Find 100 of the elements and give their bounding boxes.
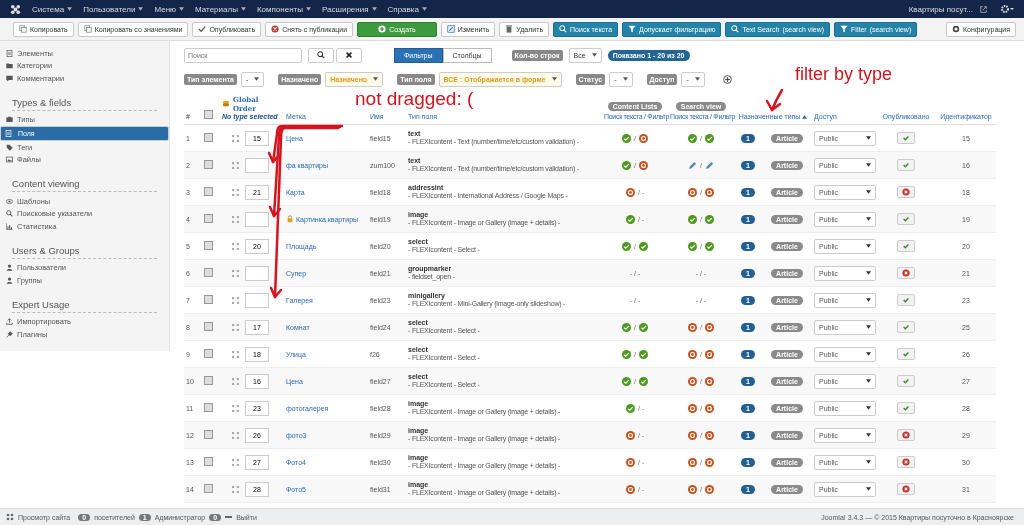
upload-icon xyxy=(6,318,13,326)
nav-menu[interactable]: Материалы xyxy=(195,4,238,14)
row-checkbox[interactable] xyxy=(204,457,213,466)
order-field[interactable] xyxy=(245,157,269,173)
check-circle-icon[interactable] xyxy=(622,160,631,170)
publish-toggle[interactable] xyxy=(897,240,915,252)
publish-toggle[interactable] xyxy=(897,267,915,279)
row-checkbox[interactable] xyxy=(204,430,213,439)
caret-icon xyxy=(138,7,144,11)
row-checkbox[interactable] xyxy=(204,214,213,223)
publish-toggle[interactable] xyxy=(897,375,915,387)
add-filter-icon[interactable] xyxy=(722,74,732,84)
check-circle-icon[interactable] xyxy=(688,241,697,251)
order-field[interactable] xyxy=(245,211,269,227)
publish-toggle[interactable] xyxy=(897,429,915,441)
settings-icon xyxy=(952,25,960,33)
caret-icon xyxy=(866,163,871,167)
row-checkbox[interactable] xyxy=(204,349,213,358)
drag-handle-icon[interactable] xyxy=(232,350,239,358)
check-circle-icon[interactable] xyxy=(622,376,631,386)
check-icon xyxy=(902,242,910,250)
joomla-logo-icon[interactable] xyxy=(10,3,21,15)
publish-toggle[interactable] xyxy=(897,402,915,414)
drag-handle-icon[interactable] xyxy=(232,323,239,331)
caret-icon xyxy=(866,487,871,491)
publish-toggle[interactable] xyxy=(897,132,915,144)
drag-handle-icon[interactable] xyxy=(232,215,239,223)
check-circle-icon[interactable] xyxy=(704,214,714,224)
search-button[interactable] xyxy=(308,47,334,63)
publish-toggle[interactable] xyxy=(897,294,915,306)
row-checkbox[interactable] xyxy=(204,376,213,385)
folder-icon xyxy=(6,62,13,70)
publish-toggle[interactable] xyxy=(897,186,915,198)
check-circle-icon[interactable] xyxy=(638,241,648,251)
row-checkbox[interactable] xyxy=(204,268,213,277)
drag-handle-icon[interactable] xyxy=(232,269,239,277)
check-circle-icon[interactable] xyxy=(688,133,697,143)
drag-handle-icon[interactable] xyxy=(232,188,239,196)
box-icon xyxy=(6,116,13,124)
sort-arrow-icon[interactable] xyxy=(802,115,808,119)
drag-handle-icon[interactable] xyxy=(232,485,239,493)
select-all-checkbox[interactable] xyxy=(204,110,213,119)
filter-icon xyxy=(628,25,637,33)
check-icon xyxy=(902,377,910,385)
check-circle-icon[interactable] xyxy=(638,322,648,332)
check-circle-icon[interactable] xyxy=(625,214,635,224)
order-field[interactable] xyxy=(245,265,269,281)
row-checkbox[interactable] xyxy=(204,241,213,250)
check-icon xyxy=(902,161,910,169)
check-circle-icon[interactable] xyxy=(704,241,714,251)
filter-icon xyxy=(840,25,849,33)
drag-handle-icon[interactable] xyxy=(232,296,239,304)
nav-menu[interactable]: Меню xyxy=(154,4,177,14)
nav-menu[interactable]: Расширения xyxy=(322,4,369,14)
drag-handle-icon[interactable] xyxy=(232,404,239,412)
caret-icon xyxy=(254,77,260,81)
publish-toggle[interactable] xyxy=(897,456,915,468)
row-checkbox[interactable] xyxy=(204,133,213,142)
publish-toggle[interactable] xyxy=(897,348,915,360)
drag-handle-icon[interactable] xyxy=(232,161,239,169)
check-circle-icon[interactable] xyxy=(622,241,631,251)
publish-toggle[interactable] xyxy=(897,321,915,333)
plug-icon xyxy=(6,330,13,338)
check-circle-icon[interactable] xyxy=(622,322,631,332)
row-checkbox[interactable] xyxy=(204,322,213,331)
publish-toggle[interactable] xyxy=(897,483,915,495)
nav-menu[interactable]: Пользователи xyxy=(83,4,136,14)
settings-icon[interactable] xyxy=(1000,4,1014,14)
nav-menu[interactable]: Справка xyxy=(387,4,419,14)
site-link[interactable]: Квартиры посут... xyxy=(908,4,973,14)
row-checkbox[interactable] xyxy=(204,403,213,412)
nav-menu[interactable]: Система xyxy=(32,4,65,14)
check-circle-icon[interactable] xyxy=(688,214,697,224)
caret-icon xyxy=(373,77,379,81)
nav-menu[interactable]: Компоненты xyxy=(256,4,303,14)
row-checkbox[interactable] xyxy=(204,160,213,169)
drag-handle-icon[interactable] xyxy=(232,377,239,385)
check-circle-icon[interactable] xyxy=(704,133,714,143)
check-circle-icon[interactable] xyxy=(638,349,648,359)
drag-handle-icon[interactable] xyxy=(232,431,239,439)
publish-toggle[interactable] xyxy=(897,159,915,171)
check-circle-icon[interactable] xyxy=(625,403,635,413)
check-icon xyxy=(902,215,910,223)
search-icon xyxy=(6,210,13,218)
drag-handle-icon[interactable] xyxy=(232,242,239,250)
row-checkbox[interactable] xyxy=(204,484,213,493)
order-field[interactable] xyxy=(245,292,269,308)
row-checkbox[interactable] xyxy=(204,187,213,196)
check-circle-icon[interactable] xyxy=(622,133,631,143)
clear-button[interactable] xyxy=(336,47,362,63)
drag-handle-icon[interactable] xyxy=(232,134,239,142)
joomla-logo-icon xyxy=(6,513,14,521)
external-link-icon[interactable] xyxy=(980,5,987,13)
check-circle-icon[interactable] xyxy=(622,349,631,359)
drag-handle-icon[interactable] xyxy=(232,458,239,466)
check-circle-icon[interactable] xyxy=(638,376,648,386)
caret-icon xyxy=(67,7,73,11)
row-checkbox[interactable] xyxy=(204,295,213,304)
caret-icon xyxy=(371,7,377,11)
publish-toggle[interactable] xyxy=(897,213,915,225)
